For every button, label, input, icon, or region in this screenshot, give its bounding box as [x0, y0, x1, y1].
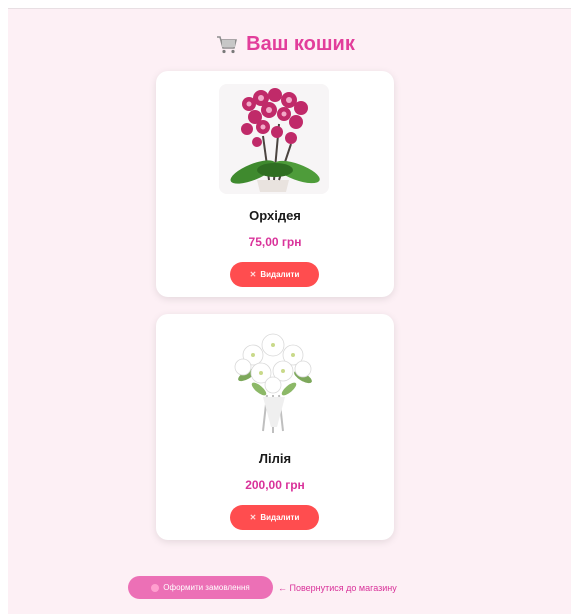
cart-actions: Оформити замовлення ← Повернутися до маг… — [128, 576, 397, 599]
cart-page: Ваш кошик Орхідея 75,00 грн ✕ Видалити Л… — [8, 8, 571, 614]
checkout-label: Оформити замовлення — [163, 583, 250, 592]
product-price: 75,00 грн — [248, 235, 302, 249]
remove-button[interactable]: ✕ Видалити — [230, 505, 319, 530]
lily-image — [219, 327, 329, 437]
check-icon — [151, 583, 160, 592]
back-to-shop-link[interactable]: ← Повернутися до магазину — [278, 583, 397, 593]
remove-label: Видалити — [260, 270, 300, 279]
page-title: Ваш кошик — [8, 33, 563, 56]
cart-item-card: Орхідея 75,00 грн ✕ Видалити — [156, 71, 394, 297]
product-name: Орхідея — [249, 208, 301, 223]
remove-label: Видалити — [260, 513, 300, 522]
cart-item-card: Лілія 200,00 грн ✕ Видалити — [156, 314, 394, 540]
product-price: 200,00 грн — [245, 478, 305, 492]
product-name: Лілія — [258, 451, 292, 466]
close-icon: ✕ — [249, 513, 257, 522]
remove-button[interactable]: ✕ Видалити — [230, 262, 319, 287]
cart-icon — [216, 35, 238, 55]
checkout-button[interactable]: Оформити замовлення — [128, 576, 273, 599]
page-title-text: Ваш кошик — [246, 33, 355, 55]
orchid-image — [219, 84, 329, 194]
close-icon: ✕ — [249, 270, 257, 279]
